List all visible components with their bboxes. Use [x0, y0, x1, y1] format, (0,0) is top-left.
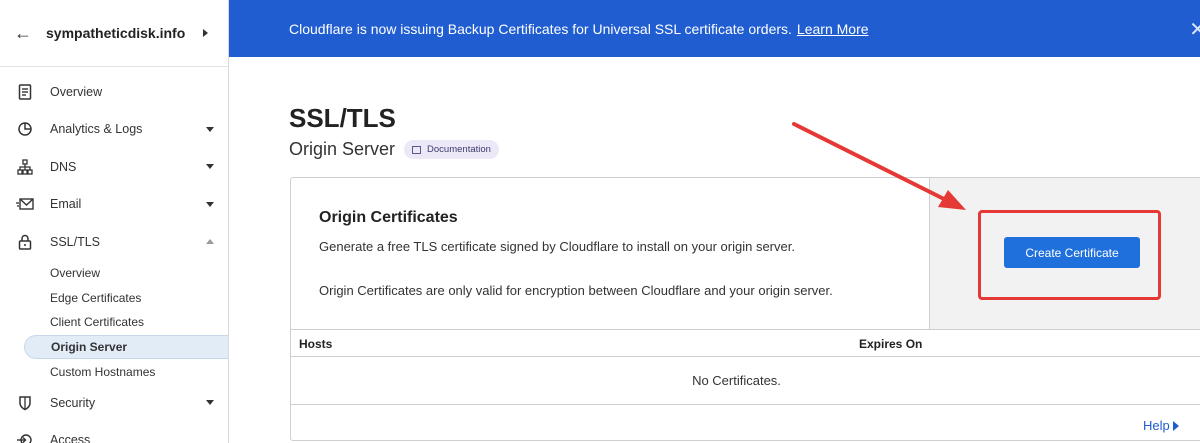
- domain-selector[interactable]: sympatheticdisk.info: [46, 25, 203, 41]
- subnav-item-origin-server[interactable]: Origin Server: [24, 334, 228, 360]
- sidebar-item-label: DNS: [50, 159, 77, 174]
- documentation-label: Documentation: [427, 144, 491, 155]
- book-icon: [412, 145, 422, 154]
- access-icon: [16, 431, 34, 443]
- caret-right-icon[interactable]: [203, 29, 208, 37]
- announcement-banner: Cloudflare is now issuing Backup Certifi…: [229, 0, 1200, 57]
- chevron-down-icon[interactable]: [206, 126, 214, 132]
- page-subtitle-row: Origin Server Documentation: [289, 139, 499, 160]
- network-icon: [16, 158, 34, 176]
- create-certificate-button[interactable]: Create Certificate: [1004, 237, 1140, 268]
- sidebar-item-label: Analytics & Logs: [50, 122, 143, 137]
- help-label: Help: [1143, 418, 1170, 433]
- table-empty-row: No Certificates.: [291, 357, 1200, 405]
- sidebar-nav: Overview Analytics & Logs DNS Email SSL/…: [0, 67, 228, 443]
- shield-icon: [16, 394, 34, 412]
- card-description-1: Generate a free TLS certificate signed b…: [319, 239, 795, 254]
- sidebar-item-security[interactable]: Security: [0, 384, 228, 422]
- chevron-down-icon[interactable]: [206, 400, 214, 406]
- email-icon: [16, 195, 34, 213]
- subnav-item-client-certificates[interactable]: Client Certificates: [50, 310, 228, 335]
- table-header: Hosts Expires On: [291, 329, 1200, 357]
- document-icon: [16, 83, 34, 101]
- sidebar-item-email[interactable]: Email: [0, 186, 228, 224]
- lock-icon: [16, 233, 34, 251]
- empty-state-text: No Certificates.: [692, 373, 781, 388]
- ssl-tls-subnav: Overview Edge Certificates Client Certif…: [0, 261, 228, 384]
- documentation-badge[interactable]: Documentation: [404, 140, 499, 159]
- app: ← sympatheticdisk.info Overview Analytic…: [0, 0, 1200, 443]
- sidebar-item-label: Overview: [50, 84, 103, 99]
- column-header-hosts: Hosts: [299, 337, 333, 351]
- banner-text: Cloudflare is now issuing Backup Certifi…: [289, 20, 792, 37]
- sidebar-item-label: Email: [50, 197, 82, 212]
- clock-chart-icon: [16, 120, 34, 138]
- card-description-2: Origin Certificates are only valid for e…: [319, 283, 833, 298]
- origin-certificates-card: Origin Certificates Generate a free TLS …: [290, 177, 1200, 441]
- sidebar-header: ← sympatheticdisk.info: [0, 0, 228, 67]
- page-subtitle: Origin Server: [289, 139, 396, 159]
- sidebar-item-analytics[interactable]: Analytics & Logs: [0, 111, 228, 149]
- subnav-item-custom-hostnames[interactable]: Custom Hostnames: [50, 359, 228, 384]
- card-action-panel: Create Certificate: [929, 178, 1200, 329]
- sidebar-item-label: SSL/TLS: [50, 234, 101, 249]
- learn-more-link[interactable]: Learn More: [797, 21, 869, 37]
- close-icon[interactable]: ✕: [1189, 17, 1200, 42]
- back-arrow-icon[interactable]: ←: [14, 23, 38, 44]
- chevron-up-icon[interactable]: [206, 239, 214, 245]
- page-title: SSL/TLS: [289, 103, 396, 133]
- sidebar-item-label: Security: [50, 395, 96, 410]
- caret-right-icon: [1172, 420, 1179, 431]
- sidebar-item-ssl-tls[interactable]: SSL/TLS: [0, 223, 228, 261]
- sidebar: ← sympatheticdisk.info Overview Analytic…: [0, 0, 229, 443]
- sidebar-item-access[interactable]: Access: [0, 421, 228, 443]
- chevron-down-icon[interactable]: [206, 201, 214, 207]
- column-header-expires: Expires On: [859, 337, 923, 351]
- sidebar-item-dns[interactable]: DNS: [0, 148, 228, 186]
- card-title: Origin Certificates: [319, 209, 458, 226]
- help-link[interactable]: Help: [1143, 418, 1179, 433]
- sidebar-item-overview[interactable]: Overview: [0, 73, 228, 111]
- subnav-item-overview[interactable]: Overview: [50, 261, 228, 286]
- subnav-item-edge-certificates[interactable]: Edge Certificates: [50, 285, 228, 310]
- card-description: Origin Certificates Generate a free TLS …: [291, 178, 930, 329]
- chevron-down-icon[interactable]: [206, 164, 214, 170]
- sidebar-item-label: Access: [50, 433, 91, 443]
